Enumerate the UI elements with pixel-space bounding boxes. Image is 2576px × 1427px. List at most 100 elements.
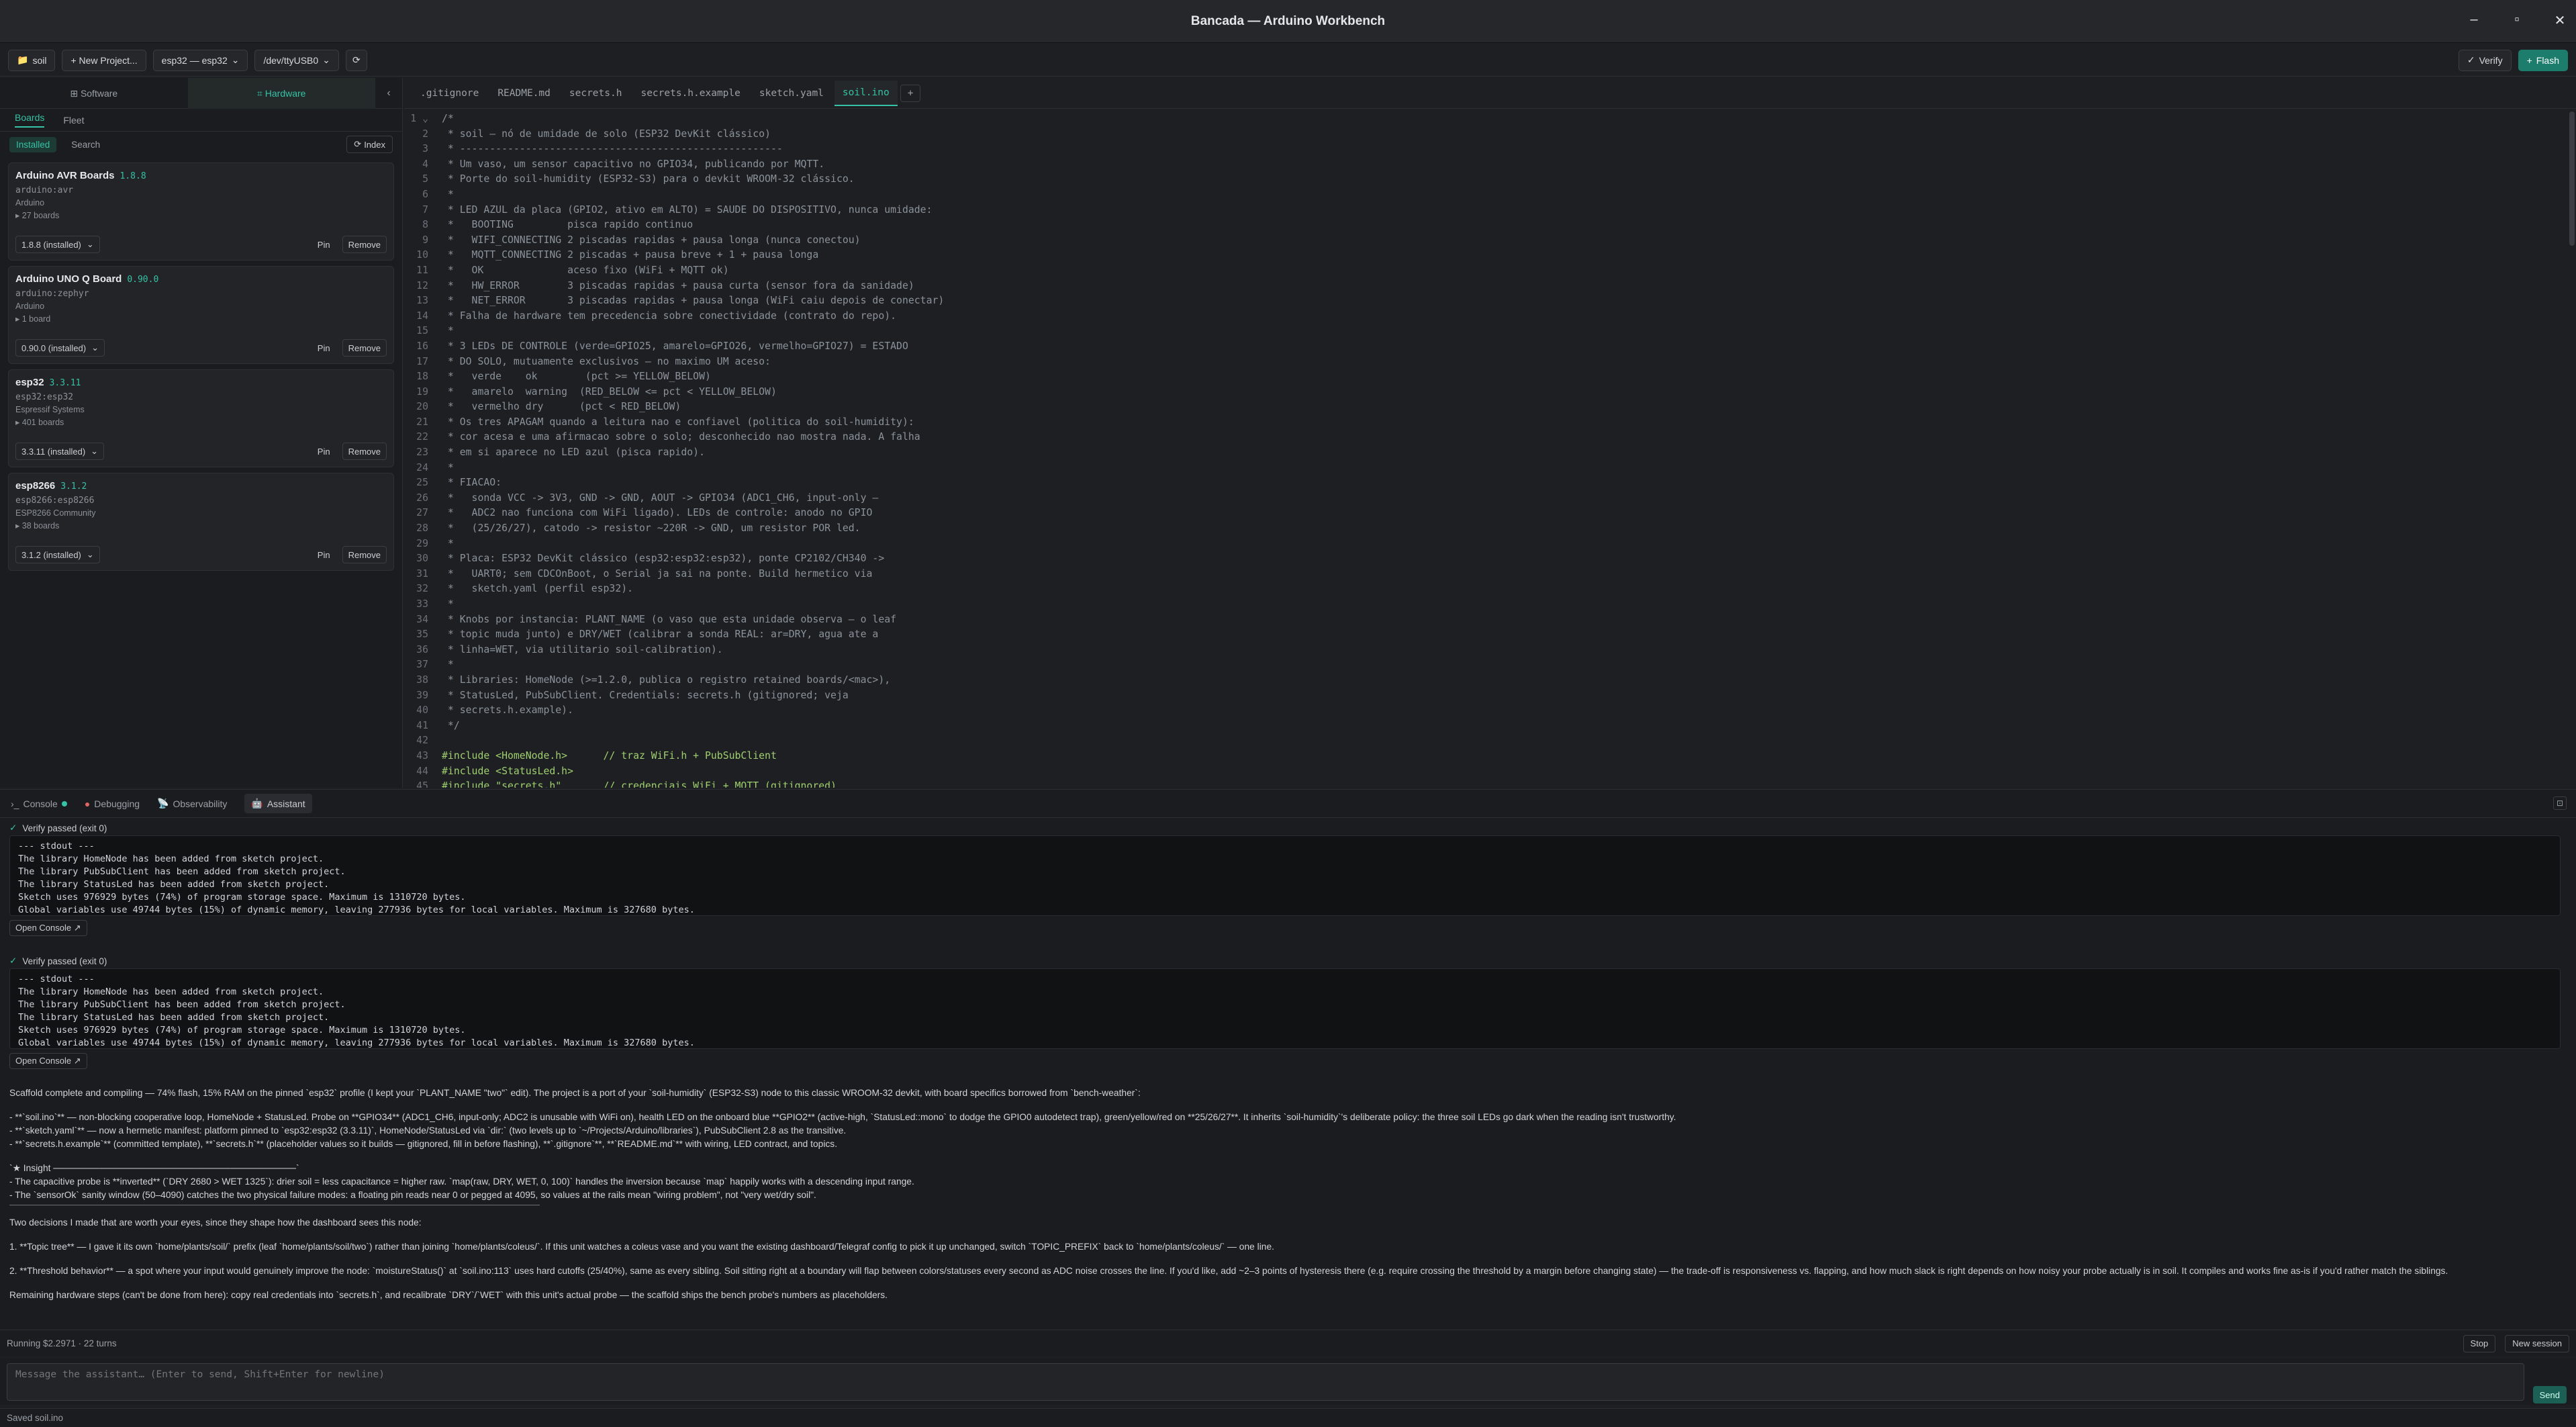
line-text <box>434 733 442 749</box>
pin-button[interactable]: Pin <box>312 546 336 563</box>
close-icon[interactable]: ✕ <box>2552 12 2568 29</box>
line-text: * FIACAO: <box>442 477 502 489</box>
board-maintainer: ESP8266 Community <box>15 508 96 518</box>
send-button[interactable]: Send <box>2532 1386 2567 1403</box>
open-console-button[interactable]: Open Console ↗ <box>9 920 87 936</box>
remove-button[interactable]: Remove <box>342 546 387 563</box>
segment-software[interactable]: ⊞ Software <box>0 78 188 109</box>
pin-button[interactable]: Pin <box>312 236 336 253</box>
line-text: * <box>442 598 454 610</box>
sidebar-tabs: Boards Fleet <box>0 109 402 132</box>
verify-label: Verify <box>2479 54 2503 66</box>
chevron-down-icon: ⌄ <box>91 342 99 353</box>
code-line: 45 #include "secrets.h" // credenciais Wi… <box>404 779 2566 788</box>
line-text: * HW_ERROR 3 piscadas rapidas + pausa cu… <box>442 279 914 291</box>
tab-fleet[interactable]: Fleet <box>63 115 84 126</box>
tab-boards[interactable]: Boards <box>15 112 45 128</box>
maximize-icon[interactable]: ▫ <box>2509 12 2525 29</box>
version-select[interactable]: 0.90.0 (installed) ⌄ <box>15 339 105 357</box>
file-tab[interactable]: secrets.h <box>561 81 630 105</box>
code-line: 1 ⌄ /* <box>404 111 2566 127</box>
line-text: * Knobs por instancia: PLANT_NAME (o vas… <box>442 613 897 625</box>
minimize-icon[interactable]: – <box>2466 12 2482 29</box>
subtab-installed[interactable]: Installed <box>9 136 57 152</box>
segment-hardware[interactable]: ⌗ Hardware <box>187 78 375 109</box>
board-count[interactable]: ▸ 38 boards <box>15 520 387 531</box>
code-line: 17 * DO SOLO, mutuamente exclusivos — no… <box>404 355 2566 370</box>
code-line: 19 * amarelo warning (RED_BELOW <= pct <… <box>404 385 2566 400</box>
flash-button[interactable]: + Flash <box>2518 49 2568 71</box>
line-number: 3 <box>422 143 428 155</box>
file-tab[interactable]: secrets.h.example <box>632 81 748 105</box>
new-project-button[interactable]: + New Project... <box>62 49 146 71</box>
code-line: 36 * linha=WET, via utilitario soil-cali… <box>404 643 2566 658</box>
remove-button[interactable]: Remove <box>342 236 387 253</box>
line-number: 28 <box>416 522 428 535</box>
new-session-button[interactable]: New session <box>2505 1334 2569 1352</box>
subtab-search[interactable]: Search <box>64 137 107 152</box>
folder-icon: 📁 <box>17 54 29 65</box>
line-text: * UART0; sem CDCOnBoot, o Serial ja sai … <box>442 567 873 580</box>
stop-button[interactable]: Stop <box>2463 1334 2496 1352</box>
line-number: 40 <box>416 704 428 717</box>
editor-scrollbar[interactable] <box>2569 111 2575 246</box>
verify-status: ✓ Verify passed (exit 0) <box>9 821 2561 835</box>
tab-observability[interactable]: 📡 Observability <box>157 798 227 809</box>
board-card: Arduino UNO Q Board 0.90.0 arduino:zephyr… <box>8 266 394 364</box>
line-text: * WIFI_CONNECTING 2 piscadas rapidas + p… <box>442 234 861 246</box>
tab-debugging[interactable]: ● Debugging <box>85 798 140 809</box>
new-file-tab-icon[interactable]: + <box>900 84 921 102</box>
line-text: * <box>442 537 454 549</box>
expand-panel-icon[interactable]: ⊡ <box>2553 796 2567 810</box>
version-select-value: 1.8.8 (installed) <box>21 239 81 250</box>
collapse-sidebar-icon[interactable]: ‹ <box>375 87 402 99</box>
pin-button[interactable]: Pin <box>312 339 336 357</box>
message-input[interactable] <box>7 1363 2524 1401</box>
file-tab[interactable]: README.md <box>489 81 559 105</box>
file-tab[interactable]: .gitignore <box>412 81 487 105</box>
line-text: * <box>442 325 454 337</box>
index-button[interactable]: ⟳ Index <box>346 136 393 153</box>
version-select[interactable]: 1.8.8 (installed) ⌄ <box>15 236 100 253</box>
open-console-button[interactable]: Open Console ↗ <box>9 1053 87 1069</box>
file-tab[interactable]: sketch.yaml <box>751 81 832 105</box>
board-version: 1.8.8 <box>120 171 146 181</box>
line-text: * Libraries: HomeNode (>=1.2.0, publica … <box>442 674 891 686</box>
port-selector[interactable]: /dev/ttyUSB0 ⌄ <box>254 49 339 71</box>
tab-observability-label: Observability <box>173 798 228 809</box>
code-line: 21 * Os tres APAGAM quando a leitura nao… <box>404 415 2566 430</box>
line-text: * linha=WET, via utilitario soil-calibra… <box>442 643 723 655</box>
refresh-ports-button[interactable]: ⟳ <box>345 49 367 71</box>
board-count[interactable]: ▸ 27 boards <box>15 210 387 220</box>
session-status-row: Running $2.2971 · 22 turns Stop New sess… <box>0 1330 2576 1356</box>
line-text: * verde ok (pct >= YELLOW_BELOW) <box>442 371 711 383</box>
line-number: 32 <box>416 583 428 595</box>
version-select[interactable]: 3.3.11 (installed) ⌄ <box>15 443 105 460</box>
version-select[interactable]: 3.1.2 (installed) ⌄ <box>15 546 100 563</box>
file-tab[interactable]: soil.ino <box>834 80 898 106</box>
code-line: 35 * topic muda junto) e DRY/WET (calibr… <box>404 627 2566 643</box>
line-number: 16 <box>416 340 428 352</box>
line-text: * StatusLed, PubSubClient. Credentials: … <box>442 689 849 701</box>
board-name: esp32 — esp32 <box>161 54 228 66</box>
board-maintainer: Arduino <box>15 302 45 311</box>
remove-button[interactable]: Remove <box>342 443 387 460</box>
tab-assistant[interactable]: 🤖 Assistant <box>244 794 312 813</box>
tab-console[interactable]: ›_ Console <box>11 798 67 809</box>
assistant-transcript[interactable]: ✓ Verify passed (exit 0) --- stdout --- T… <box>0 818 2576 1347</box>
line-number: 4 <box>422 158 428 170</box>
project-name: soil <box>32 54 47 66</box>
board-selector[interactable]: esp32 — esp32 ⌄ <box>152 49 248 71</box>
window-controls: – ▫ ✕ <box>2466 12 2568 29</box>
pin-button[interactable]: Pin <box>312 443 336 460</box>
verify-button[interactable]: ✓ Verify <box>2458 49 2512 71</box>
chevron-down-icon: ⌄ <box>86 549 94 559</box>
board-count[interactable]: ▸ 401 boards <box>15 417 387 427</box>
status-text: Saved soil.ino <box>7 1413 64 1423</box>
chevron-down-icon: ⌄ <box>231 54 240 65</box>
remove-button[interactable]: Remove <box>342 339 387 357</box>
code-area[interactable]: 1 ⌄ /* 2 * soil — nó de umidade de solo (E… <box>404 111 2566 788</box>
board-count[interactable]: ▸ 1 board <box>15 314 387 324</box>
project-selector[interactable]: 📁 soil <box>8 49 56 71</box>
line-number: 44 <box>416 765 428 777</box>
